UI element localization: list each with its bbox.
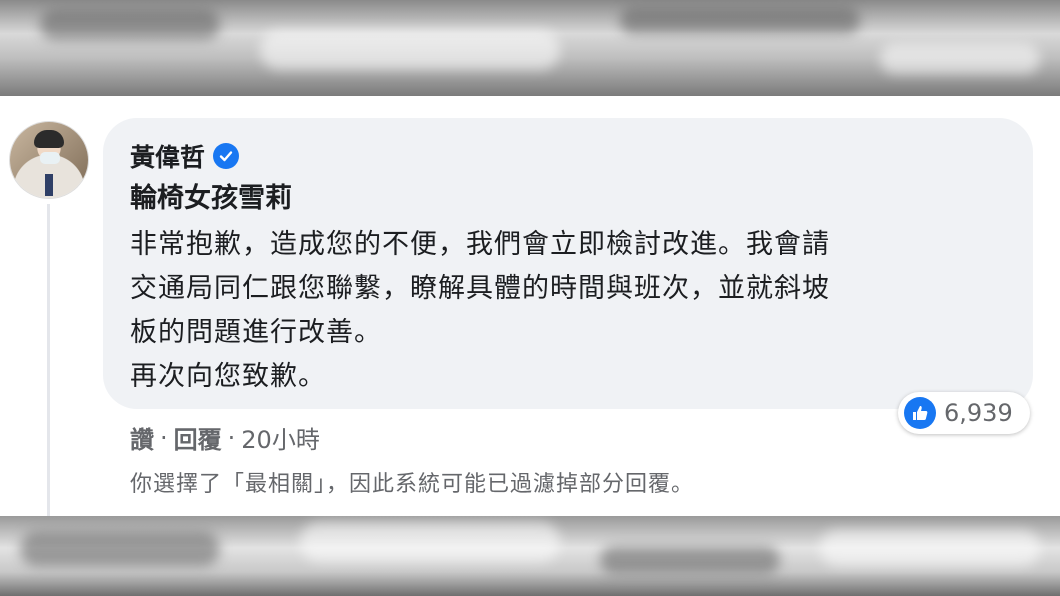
- author-name[interactable]: 黃偉哲: [130, 138, 205, 174]
- thread-line: [47, 204, 50, 516]
- blurred-top-band: [0, 0, 1060, 96]
- reaction-count: 6,939: [944, 399, 1013, 427]
- like-icon: [904, 397, 936, 429]
- comment-text-line: 交通局同仁跟您聯繫，瞭解具體的時間與班次，並就斜坡: [130, 273, 830, 304]
- blurred-bottom-band: [0, 516, 1060, 596]
- avatar[interactable]: [10, 122, 88, 198]
- timestamp[interactable]: 20小時: [241, 420, 320, 455]
- author-row: 黃偉哲: [130, 138, 240, 174]
- separator: ·: [160, 423, 168, 452]
- comment-text-line: 再次向您致歉。: [130, 361, 326, 392]
- mention-tag[interactable]: 輪椅女孩雪莉: [130, 176, 292, 215]
- comment-actions: 讚 · 回覆 · 20小時: [130, 420, 320, 455]
- reply-button[interactable]: 回覆: [174, 420, 222, 455]
- like-button[interactable]: 讚: [130, 420, 154, 455]
- separator: ·: [227, 423, 236, 452]
- verified-badge-icon: [213, 143, 240, 169]
- comment-text-line: 板的問題進行改善。: [130, 317, 382, 348]
- comment-text-line: 非常抱歉，造成您的不便，我們會立即檢討改進。我會請: [130, 229, 830, 260]
- filter-note: 你選擇了「最相關」，因此系統可能已過濾掉部分回覆。: [130, 472, 695, 497]
- reaction-summary[interactable]: 6,939: [898, 392, 1030, 434]
